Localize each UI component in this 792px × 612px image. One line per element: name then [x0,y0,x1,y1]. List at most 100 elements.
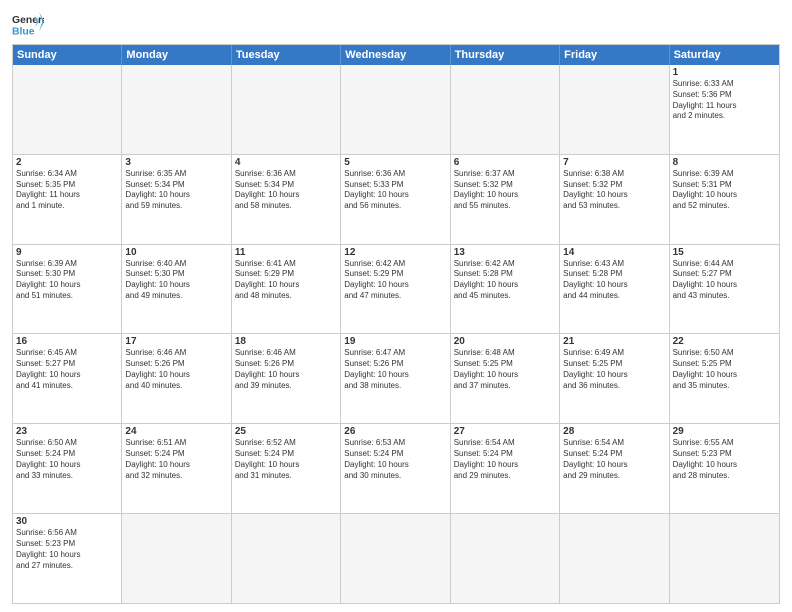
day-cell-24: 24Sunrise: 6:51 AM Sunset: 5:24 PM Dayli… [122,424,231,513]
header-day-saturday: Saturday [670,45,779,65]
day-cell-28: 28Sunrise: 6:54 AM Sunset: 5:24 PM Dayli… [560,424,669,513]
day-cell-12: 12Sunrise: 6:42 AM Sunset: 5:29 PM Dayli… [341,245,450,334]
day-number: 12 [344,247,446,258]
day-info: Sunrise: 6:46 AM Sunset: 5:26 PM Dayligh… [125,348,227,391]
day-cell-13: 13Sunrise: 6:42 AM Sunset: 5:28 PM Dayli… [451,245,560,334]
day-number: 22 [673,336,776,347]
empty-cell [13,65,122,154]
day-cell-22: 22Sunrise: 6:50 AM Sunset: 5:25 PM Dayli… [670,334,779,423]
day-number: 13 [454,247,556,258]
day-cell-19: 19Sunrise: 6:47 AM Sunset: 5:26 PM Dayli… [341,334,450,423]
header-day-tuesday: Tuesday [232,45,341,65]
day-cell-25: 25Sunrise: 6:52 AM Sunset: 5:24 PM Dayli… [232,424,341,513]
day-cell-2: 2Sunrise: 6:34 AM Sunset: 5:35 PM Daylig… [13,155,122,244]
empty-cell [451,65,560,154]
day-info: Sunrise: 6:36 AM Sunset: 5:33 PM Dayligh… [344,169,446,212]
day-info: Sunrise: 6:45 AM Sunset: 5:27 PM Dayligh… [16,348,118,391]
empty-cell [122,514,231,603]
day-cell-23: 23Sunrise: 6:50 AM Sunset: 5:24 PM Dayli… [13,424,122,513]
day-number: 26 [344,426,446,437]
day-cell-15: 15Sunrise: 6:44 AM Sunset: 5:27 PM Dayli… [670,245,779,334]
day-cell-21: 21Sunrise: 6:49 AM Sunset: 5:25 PM Dayli… [560,334,669,423]
day-info: Sunrise: 6:56 AM Sunset: 5:23 PM Dayligh… [16,528,118,571]
day-cell-18: 18Sunrise: 6:46 AM Sunset: 5:26 PM Dayli… [232,334,341,423]
calendar-header: SundayMondayTuesdayWednesdayThursdayFrid… [13,45,779,65]
day-number: 14 [563,247,665,258]
day-info: Sunrise: 6:38 AM Sunset: 5:32 PM Dayligh… [563,169,665,212]
day-number: 16 [16,336,118,347]
empty-cell [232,65,341,154]
day-cell-27: 27Sunrise: 6:54 AM Sunset: 5:24 PM Dayli… [451,424,560,513]
day-info: Sunrise: 6:54 AM Sunset: 5:24 PM Dayligh… [563,438,665,481]
day-cell-7: 7Sunrise: 6:38 AM Sunset: 5:32 PM Daylig… [560,155,669,244]
calendar-week-1: 1Sunrise: 6:33 AM Sunset: 5:36 PM Daylig… [13,65,779,154]
header-day-sunday: Sunday [13,45,122,65]
day-number: 21 [563,336,665,347]
day-info: Sunrise: 6:39 AM Sunset: 5:30 PM Dayligh… [16,259,118,302]
empty-cell [670,514,779,603]
day-number: 25 [235,426,337,437]
logo: General Blue [12,10,44,38]
calendar: SundayMondayTuesdayWednesdayThursdayFrid… [12,44,780,604]
day-number: 10 [125,247,227,258]
day-number: 3 [125,157,227,168]
calendar-week-6: 30Sunrise: 6:56 AM Sunset: 5:23 PM Dayli… [13,513,779,603]
day-info: Sunrise: 6:37 AM Sunset: 5:32 PM Dayligh… [454,169,556,212]
day-number: 24 [125,426,227,437]
day-info: Sunrise: 6:48 AM Sunset: 5:25 PM Dayligh… [454,348,556,391]
calendar-week-5: 23Sunrise: 6:50 AM Sunset: 5:24 PM Dayli… [13,423,779,513]
day-number: 23 [16,426,118,437]
header-day-monday: Monday [122,45,231,65]
day-info: Sunrise: 6:35 AM Sunset: 5:34 PM Dayligh… [125,169,227,212]
day-info: Sunrise: 6:43 AM Sunset: 5:28 PM Dayligh… [563,259,665,302]
day-number: 17 [125,336,227,347]
day-info: Sunrise: 6:33 AM Sunset: 5:36 PM Dayligh… [673,79,776,122]
calendar-week-4: 16Sunrise: 6:45 AM Sunset: 5:27 PM Dayli… [13,333,779,423]
day-info: Sunrise: 6:44 AM Sunset: 5:27 PM Dayligh… [673,259,776,302]
day-cell-6: 6Sunrise: 6:37 AM Sunset: 5:32 PM Daylig… [451,155,560,244]
day-info: Sunrise: 6:42 AM Sunset: 5:29 PM Dayligh… [344,259,446,302]
day-info: Sunrise: 6:54 AM Sunset: 5:24 PM Dayligh… [454,438,556,481]
day-info: Sunrise: 6:52 AM Sunset: 5:24 PM Dayligh… [235,438,337,481]
day-cell-9: 9Sunrise: 6:39 AM Sunset: 5:30 PM Daylig… [13,245,122,334]
day-cell-3: 3Sunrise: 6:35 AM Sunset: 5:34 PM Daylig… [122,155,231,244]
logo-icon: General Blue [12,10,44,38]
day-info: Sunrise: 6:39 AM Sunset: 5:31 PM Dayligh… [673,169,776,212]
day-info: Sunrise: 6:50 AM Sunset: 5:25 PM Dayligh… [673,348,776,391]
empty-cell [560,65,669,154]
empty-cell [451,514,560,603]
day-number: 6 [454,157,556,168]
day-cell-1: 1Sunrise: 6:33 AM Sunset: 5:36 PM Daylig… [670,65,779,154]
day-cell-8: 8Sunrise: 6:39 AM Sunset: 5:31 PM Daylig… [670,155,779,244]
day-number: 28 [563,426,665,437]
day-cell-30: 30Sunrise: 6:56 AM Sunset: 5:23 PM Dayli… [13,514,122,603]
day-cell-20: 20Sunrise: 6:48 AM Sunset: 5:25 PM Dayli… [451,334,560,423]
day-info: Sunrise: 6:34 AM Sunset: 5:35 PM Dayligh… [16,169,118,212]
day-number: 9 [16,247,118,258]
header: General Blue [12,10,780,38]
day-number: 8 [673,157,776,168]
calendar-week-3: 9Sunrise: 6:39 AM Sunset: 5:30 PM Daylig… [13,244,779,334]
day-info: Sunrise: 6:36 AM Sunset: 5:34 PM Dayligh… [235,169,337,212]
header-day-thursday: Thursday [451,45,560,65]
empty-cell [341,65,450,154]
empty-cell [560,514,669,603]
day-cell-14: 14Sunrise: 6:43 AM Sunset: 5:28 PM Dayli… [560,245,669,334]
day-cell-4: 4Sunrise: 6:36 AM Sunset: 5:34 PM Daylig… [232,155,341,244]
header-day-friday: Friday [560,45,669,65]
day-info: Sunrise: 6:40 AM Sunset: 5:30 PM Dayligh… [125,259,227,302]
day-number: 11 [235,247,337,258]
day-cell-16: 16Sunrise: 6:45 AM Sunset: 5:27 PM Dayli… [13,334,122,423]
day-number: 20 [454,336,556,347]
day-number: 15 [673,247,776,258]
day-info: Sunrise: 6:51 AM Sunset: 5:24 PM Dayligh… [125,438,227,481]
calendar-week-2: 2Sunrise: 6:34 AM Sunset: 5:35 PM Daylig… [13,154,779,244]
empty-cell [341,514,450,603]
day-cell-5: 5Sunrise: 6:36 AM Sunset: 5:33 PM Daylig… [341,155,450,244]
day-info: Sunrise: 6:42 AM Sunset: 5:28 PM Dayligh… [454,259,556,302]
empty-cell [232,514,341,603]
svg-text:Blue: Blue [12,26,35,37]
day-cell-17: 17Sunrise: 6:46 AM Sunset: 5:26 PM Dayli… [122,334,231,423]
day-info: Sunrise: 6:50 AM Sunset: 5:24 PM Dayligh… [16,438,118,481]
day-cell-10: 10Sunrise: 6:40 AM Sunset: 5:30 PM Dayli… [122,245,231,334]
